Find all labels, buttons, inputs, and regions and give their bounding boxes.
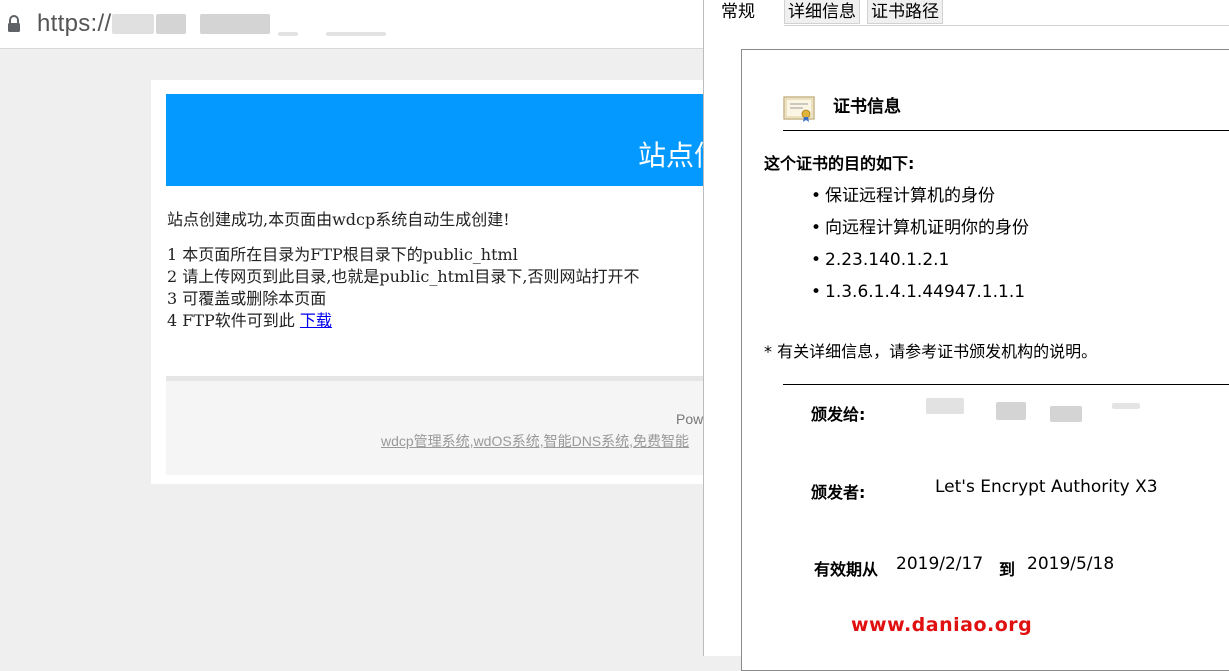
tab-details[interactable]: 详细信息: [784, 0, 860, 24]
lock-icon[interactable]: [6, 14, 22, 34]
tab-divider: [784, 25, 1229, 26]
redacted-url: [156, 14, 186, 34]
valid-from-label: 有效期从: [814, 560, 879, 579]
divider: [783, 130, 1229, 131]
list-item: 1.3.6.1.4.1.44947.1.1.1: [811, 280, 1029, 312]
divider: [783, 384, 1229, 385]
purpose-heading: 这个证书的目的如下:: [764, 154, 915, 173]
valid-from-value: 2019/2/17: [896, 554, 984, 574]
issued-by-label: 颁发者:: [811, 483, 866, 502]
valid-to-value: 2019/5/18: [1027, 554, 1115, 574]
list-item: 2 请上传网页到此目录,也就是public_html目录下,否则网站打开不: [167, 267, 640, 286]
general-pane: 证书信息 这个证书的目的如下: 保证远程计算机的身份 向远程计算机证明你的身份 …: [741, 49, 1229, 671]
purpose-list: 保证远程计算机的身份 向远程计算机证明你的身份 2.23.140.1.2.1 1…: [811, 184, 1029, 312]
issued-by-value: Let's Encrypt Authority X3: [935, 477, 1158, 497]
list-item: 1 本页面所在目录为FTP根目录下的public_html: [167, 245, 518, 264]
certificate-dialog: 常规 详细信息 证书路径 证书信息 这个证书的目的如下: 保证远程计算机的身份 …: [703, 0, 1229, 671]
redacted-url: [326, 32, 386, 36]
certificate-icon: [783, 96, 815, 122]
redacted-url: [200, 14, 270, 34]
site-footer: Pow wdcp管理系统,wdOS系统,智能DNS系统,免费智能: [166, 376, 704, 475]
banner-title: 站点信: [638, 139, 704, 172]
list-item: 3 可覆盖或删除本页面: [167, 289, 327, 308]
list-item: 保证远程计算机的身份: [811, 184, 1029, 216]
footer-links[interactable]: wdcp管理系统,wdOS系统,智能DNS系统,免费智能: [381, 431, 689, 451]
download-link[interactable]: 下载: [300, 311, 332, 330]
list-item: 向远程计算机证明你的身份: [811, 216, 1029, 248]
cert-info-title: 证书信息: [833, 97, 901, 117]
info-note: * 有关详细信息，请参考证书颁发机构的说明。: [764, 342, 1098, 361]
list-item: 2.23.140.1.2.1: [811, 248, 1029, 280]
intro-text: 站点创建成功,本页面由wdcp系统自动生成创建!: [167, 210, 510, 229]
redacted-issued-to: [1112, 403, 1140, 409]
redacted-url: [112, 14, 154, 34]
site-banner: 站点信: [166, 94, 704, 186]
url-text[interactable]: https://: [37, 10, 111, 38]
powered-by: Pow: [676, 411, 704, 427]
browser-address-bar[interactable]: https://: [0, 0, 704, 49]
issued-to-label: 颁发给:: [811, 405, 866, 424]
steps-list: 1 本页面所在目录为FTP根目录下的public_html 2 请上传网页到此目…: [167, 244, 639, 332]
redacted-issued-to: [996, 402, 1026, 420]
tab-cert-path[interactable]: 证书路径: [867, 0, 943, 24]
list-item: 4 FTP软件可到此 下载: [167, 310, 639, 332]
watermark: www.daniao.org: [851, 614, 1033, 636]
step4-text: 4 FTP软件可到此: [167, 311, 300, 330]
redacted-issued-to: [1050, 406, 1082, 422]
site-page: 站点信 站点创建成功,本页面由wdcp系统自动生成创建! 1 本页面所在目录为F…: [151, 80, 704, 484]
redacted-issued-to: [926, 398, 964, 414]
tab-general[interactable]: 常规: [718, 0, 758, 24]
redacted-url: [278, 32, 298, 36]
valid-to-label: 到: [999, 560, 1016, 579]
